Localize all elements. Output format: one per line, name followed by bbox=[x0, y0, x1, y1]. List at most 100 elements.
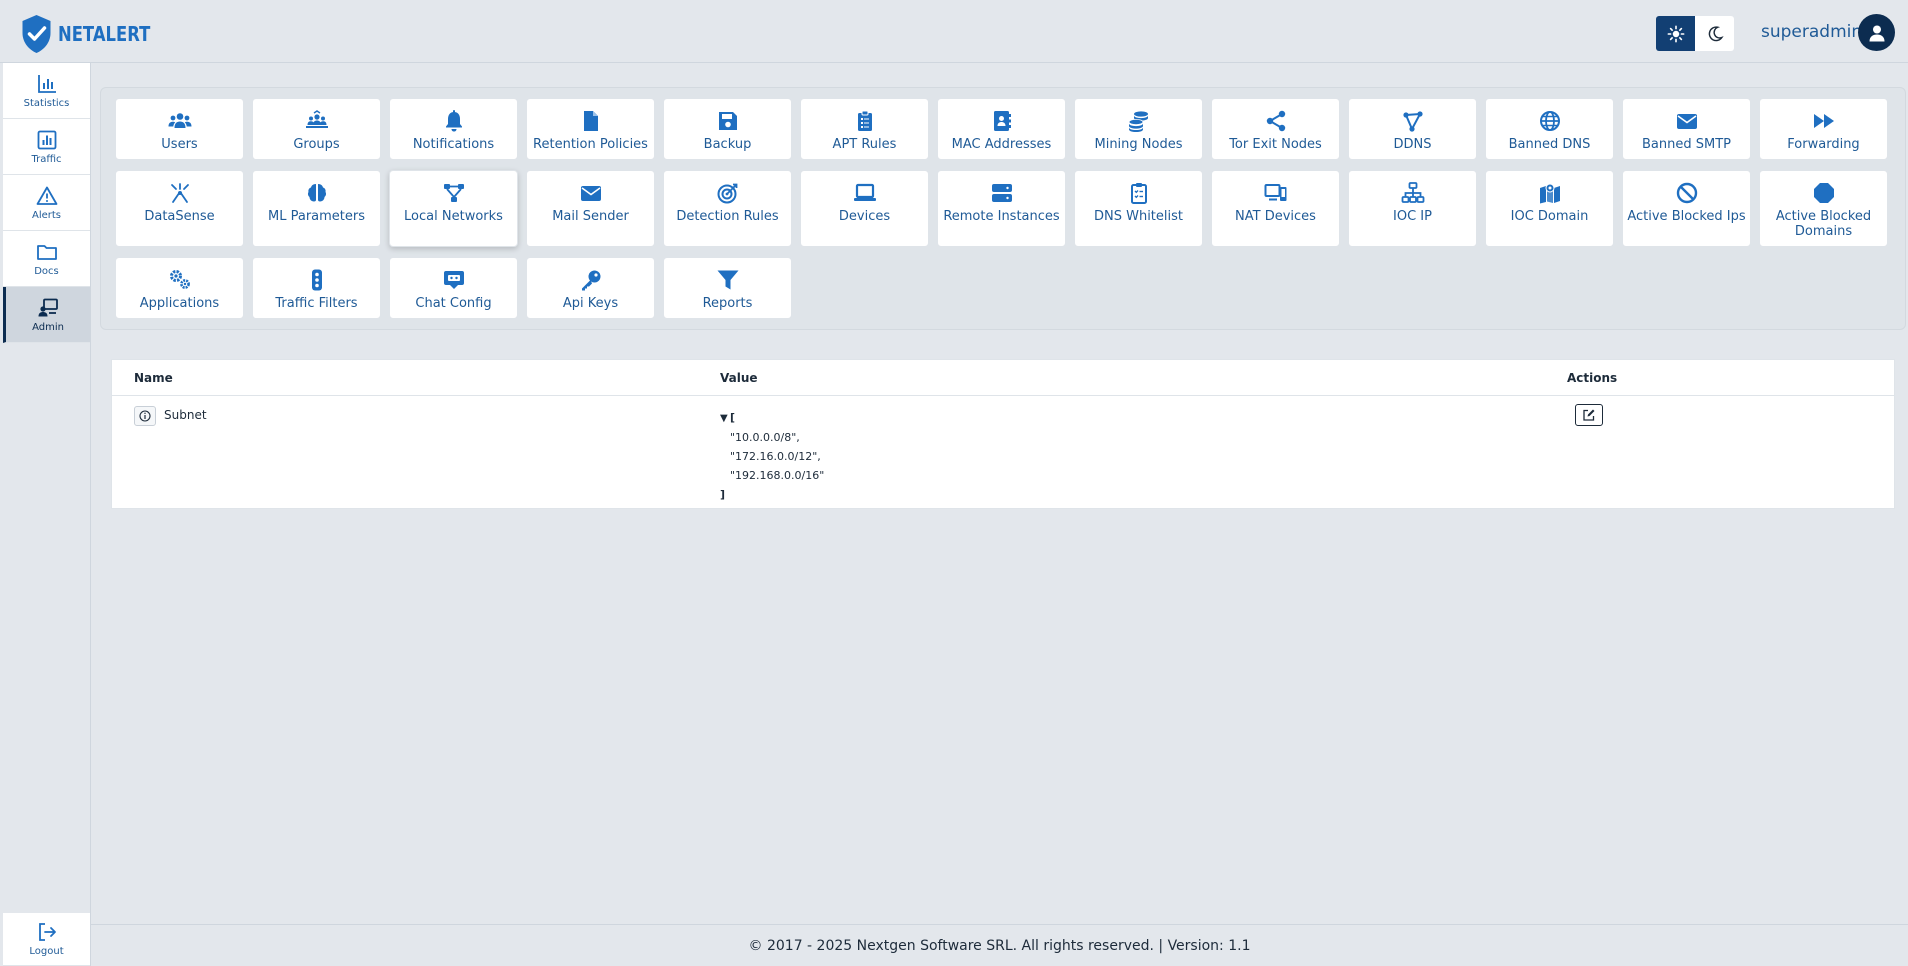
sidebar-item-traffic[interactable]: Traffic bbox=[3, 119, 90, 175]
card-ddns[interactable]: DDNS bbox=[1348, 98, 1477, 160]
moon-icon bbox=[1708, 25, 1724, 41]
column-header-value: Value bbox=[720, 371, 758, 385]
card-retention-policies[interactable]: Retention Policies bbox=[526, 98, 655, 160]
logo-text: NETALERT bbox=[58, 22, 151, 46]
target-icon bbox=[717, 183, 737, 204]
stop-icon bbox=[1813, 183, 1834, 203]
footer-text: © 2017 - 2025 Nextgen Software SRL. All … bbox=[748, 937, 1251, 954]
gears-icon bbox=[169, 270, 190, 289]
card-notifications[interactable]: Notifications bbox=[389, 98, 518, 160]
sidebar-item-alerts[interactable]: Alerts bbox=[3, 175, 90, 231]
file-icon bbox=[583, 111, 598, 131]
card-traffic-filters[interactable]: Traffic Filters bbox=[252, 257, 381, 319]
card-groups[interactable]: Groups bbox=[252, 98, 381, 160]
card-chat-config[interactable]: Chat Config bbox=[389, 257, 518, 319]
card-mining-nodes[interactable]: Mining Nodes bbox=[1074, 98, 1203, 160]
table-header: Name Value Actions bbox=[112, 360, 1894, 396]
card-label: MAC Addresses bbox=[951, 137, 1052, 152]
card-banned-smtp[interactable]: Banned SMTP bbox=[1622, 98, 1751, 160]
setting-name: Subnet bbox=[164, 408, 207, 422]
card-ml-parameters[interactable]: ML Parameters bbox=[252, 170, 381, 247]
card-apt-rules[interactable]: APT Rules bbox=[800, 98, 929, 160]
sparkle-icon bbox=[170, 183, 189, 203]
sidebar-item-docs[interactable]: Docs bbox=[3, 231, 90, 287]
devices-icon bbox=[1264, 184, 1286, 201]
column-header-name: Name bbox=[134, 371, 173, 385]
collapse-toggle-icon[interactable]: ▼ bbox=[720, 409, 730, 428]
card-dns-whitelist[interactable]: DNS Whitelist bbox=[1074, 170, 1203, 247]
app-logo[interactable]: NETALERT bbox=[20, 14, 171, 54]
user-avatar[interactable] bbox=[1858, 14, 1895, 51]
sidebar-item-statistics[interactable]: Statistics bbox=[3, 63, 90, 119]
card-label: Banned DNS bbox=[1508, 137, 1591, 152]
card-label: Active Blocked Ips bbox=[1627, 209, 1746, 224]
edit-icon bbox=[1583, 409, 1595, 421]
card-datasense[interactable]: DataSense bbox=[115, 170, 244, 247]
card-users[interactable]: Users bbox=[115, 98, 244, 160]
warning-icon bbox=[36, 186, 57, 205]
card-devices[interactable]: Devices bbox=[800, 170, 929, 247]
card-mac-addresses[interactable]: MAC Addresses bbox=[937, 98, 1066, 160]
info-button[interactable] bbox=[134, 406, 156, 426]
card-applications[interactable]: Applications bbox=[115, 257, 244, 319]
chat-robot-icon bbox=[443, 271, 464, 289]
server-icon bbox=[991, 184, 1012, 202]
sun-icon bbox=[1667, 25, 1684, 42]
card-label: Mail Sender bbox=[552, 209, 629, 224]
sidebar-item-admin[interactable]: Admin bbox=[3, 287, 90, 343]
json-line: "192.168.0.0/16" bbox=[730, 469, 825, 482]
sidebar: Statistics Traffic Alerts Docs Admin Log… bbox=[0, 63, 91, 966]
card-ioc-domain[interactable]: IOC Domain bbox=[1485, 170, 1614, 247]
globe-icon bbox=[1539, 111, 1560, 131]
card-label: Banned SMTP bbox=[1642, 137, 1731, 152]
card-api-keys[interactable]: Api Keys bbox=[526, 257, 655, 319]
top-header: NETALERT superadmin bbox=[0, 0, 1908, 63]
edit-button[interactable] bbox=[1575, 404, 1603, 426]
groups-icon bbox=[305, 110, 328, 128]
address-book-icon bbox=[993, 111, 1011, 131]
card-nat-devices[interactable]: NAT Devices bbox=[1211, 170, 1340, 247]
network-icon bbox=[443, 184, 464, 202]
card-label: Backup bbox=[703, 137, 752, 152]
json-line: "172.16.0.0/12", bbox=[730, 450, 821, 463]
dark-theme-button[interactable] bbox=[1695, 16, 1734, 51]
card-label: Traffic Filters bbox=[275, 296, 358, 311]
card-banned-dns[interactable]: Banned DNS bbox=[1485, 98, 1614, 160]
sidebar-item-label: Statistics bbox=[23, 97, 70, 109]
admin-menu-panel: Users Groups Notifications Retention Pol… bbox=[100, 87, 1906, 330]
card-tor-exit-nodes[interactable]: Tor Exit Nodes bbox=[1211, 98, 1340, 160]
sidebar-item-label: Docs bbox=[34, 265, 59, 277]
card-label: APT Rules bbox=[832, 137, 897, 152]
shield-check-icon bbox=[22, 15, 51, 53]
ban-icon bbox=[1676, 182, 1697, 204]
card-reports[interactable]: Reports bbox=[663, 257, 792, 319]
card-backup[interactable]: Backup bbox=[663, 98, 792, 160]
light-theme-button[interactable] bbox=[1656, 16, 1695, 51]
admin-screen-icon bbox=[38, 298, 58, 316]
card-active-blocked-domains[interactable]: Active Blocked Domains bbox=[1759, 170, 1888, 247]
chart-box-icon bbox=[37, 130, 56, 149]
json-line: [ bbox=[730, 411, 736, 424]
sidebar-item-label: Alerts bbox=[31, 209, 61, 221]
card-remote-instances[interactable]: Remote Instances bbox=[937, 170, 1066, 247]
card-local-networks[interactable]: Local Networks bbox=[389, 170, 518, 247]
sidebar-item-label: Admin bbox=[32, 321, 64, 333]
card-active-blocked-ips[interactable]: Active Blocked Ips bbox=[1622, 170, 1751, 247]
card-label: IOC Domain bbox=[1510, 209, 1589, 224]
user-name[interactable]: superadmin bbox=[1761, 22, 1862, 42]
footer: © 2017 - 2025 Nextgen Software SRL. All … bbox=[91, 924, 1908, 966]
json-value-viewer: ▼[ "10.0.0.0/8", "172.16.0.0/12", "192.1… bbox=[720, 408, 824, 504]
card-forwarding[interactable]: Forwarding bbox=[1759, 98, 1888, 160]
logout-button[interactable]: Logout bbox=[3, 913, 90, 966]
table-row: Subnet ▼[ "10.0.0.0/8", "172.16.0.0/12",… bbox=[112, 396, 1894, 509]
filter-icon bbox=[717, 270, 738, 290]
envelope-icon bbox=[580, 186, 601, 201]
brain-icon bbox=[307, 184, 326, 202]
card-ioc-ip[interactable]: IOC IP bbox=[1348, 170, 1477, 247]
card-detection-rules[interactable]: Detection Rules bbox=[663, 170, 792, 247]
card-label: Local Networks bbox=[404, 209, 503, 224]
card-mail-sender[interactable]: Mail Sender bbox=[526, 170, 655, 247]
card-label: Detection Rules bbox=[676, 209, 779, 224]
card-label: Retention Policies bbox=[533, 137, 648, 152]
card-label: Users bbox=[161, 137, 198, 152]
